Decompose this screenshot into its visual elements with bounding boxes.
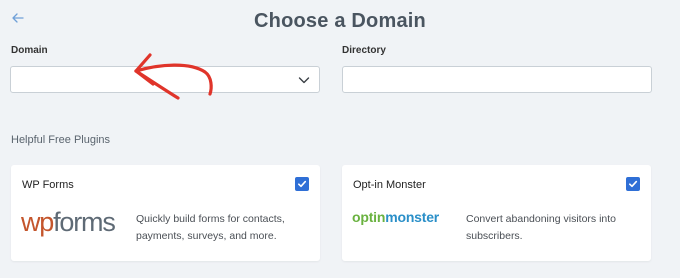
checkbox-checked[interactable] [626,177,640,191]
logo-text-part: optin [352,209,386,225]
logo-text-part: forms [53,207,116,237]
page-title: Choose a Domain [254,10,426,32]
plugin-description: Quickly build forms for contacts, paymen… [136,213,285,242]
plugin-card-wpforms[interactable]: WP Forms wpforms Quickly build forms for… [11,165,320,261]
page: Choose a Domain Domain Directory Helpful… [0,0,680,278]
optinmonster-logo: optinmonster [352,209,439,225]
plugin-name: Opt-in Monster [353,179,426,191]
plugin-card-optinmonster[interactable]: Opt-in Monster optinmonster Convert aban… [342,165,651,261]
chevron-down-icon [298,77,310,84]
directory-input[interactable] [342,66,652,93]
check-icon [298,180,307,188]
domain-label: Domain [11,45,48,56]
checkbox-checked[interactable] [295,177,309,191]
logo-text-part: wp [21,207,54,237]
directory-label: Directory [342,45,386,56]
section-label: Helpful Free Plugins [11,134,111,146]
wpforms-logo: wpforms [21,207,116,238]
domain-select[interactable] [10,66,320,93]
check-icon [629,180,638,188]
logo-text-part: monster [385,209,440,225]
plugin-description: Convert abandoning visitors into subscri… [466,213,617,242]
plugin-name: WP Forms [22,179,74,191]
